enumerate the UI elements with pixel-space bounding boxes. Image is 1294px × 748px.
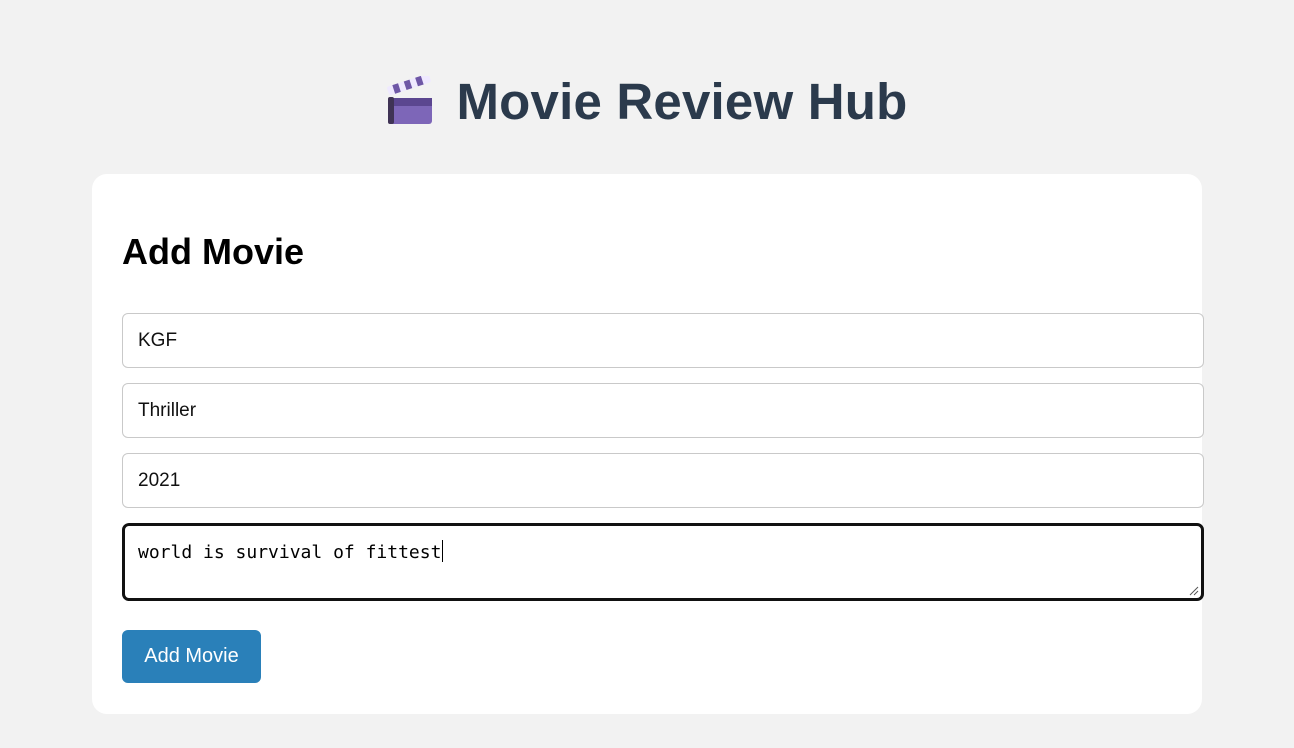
form-heading: Add Movie xyxy=(122,231,305,272)
page-header: Movie Review Hub xyxy=(0,66,1294,136)
resize-handle-icon[interactable] xyxy=(1187,584,1199,596)
review-text: world is survival of fittest xyxy=(138,542,442,563)
clapperboard-icon xyxy=(386,76,432,124)
add-movie-button[interactable]: Add Movie xyxy=(122,630,261,683)
page-title: Movie Review Hub xyxy=(456,72,908,130)
movie-genre-input[interactable] xyxy=(122,383,1204,438)
text-caret xyxy=(442,540,444,562)
movie-title-input[interactable] xyxy=(122,313,1204,368)
movie-year-input[interactable] xyxy=(122,453,1204,508)
add-movie-card: Add Movie world is survival of fittest A… xyxy=(92,174,1204,714)
review-textarea[interactable]: world is survival of fittest xyxy=(122,523,1204,601)
